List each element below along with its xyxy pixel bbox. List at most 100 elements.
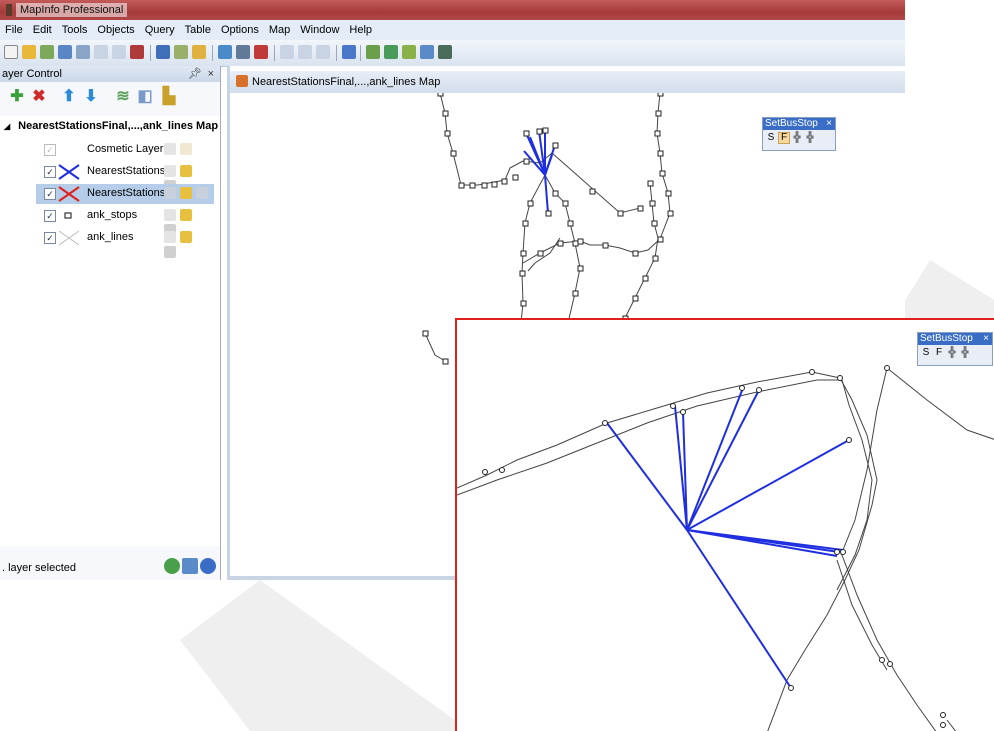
undo-icon[interactable] xyxy=(342,45,356,59)
editable-icon[interactable] xyxy=(164,165,176,177)
new-layout-icon[interactable] xyxy=(384,45,398,59)
map-node[interactable]: ◢ NearestStationsFinal,...,ank_lines Map xyxy=(4,120,218,132)
palette-button-f[interactable]: F xyxy=(778,132,790,144)
cut-icon[interactable] xyxy=(280,45,294,59)
menu-objects[interactable]: Objects xyxy=(92,20,139,37)
selectable-icon[interactable] xyxy=(180,231,192,243)
layer-properties-icon[interactable]: ≋ xyxy=(114,88,132,106)
layer-row-neareststations-2[interactable]: ✓ NearestStations xyxy=(36,184,214,204)
layer-control-toolbar: ✚ ✖ ⬆ ⬇ ≋ ◧ ▙ xyxy=(0,84,220,110)
new-browser-icon[interactable] xyxy=(366,45,380,59)
layer-checkbox[interactable]: ✓ xyxy=(44,210,56,222)
layer-dialog-icon[interactable] xyxy=(182,558,198,574)
crosshair-icon[interactable]: ╬ xyxy=(791,132,803,144)
move-down-icon[interactable]: ⬇ xyxy=(82,88,100,106)
copy-icon[interactable] xyxy=(298,45,312,59)
zoomed-map-canvas[interactable] xyxy=(457,320,994,731)
editable-icon[interactable] xyxy=(164,143,176,155)
menu-tools[interactable]: Tools xyxy=(57,20,93,37)
map-window-titlebar: NearestStationsFinal,...,ank_lines Map xyxy=(230,71,905,93)
toolbar-separator xyxy=(274,45,275,61)
paste-icon[interactable] xyxy=(316,45,330,59)
layer-control-titlebar: ayer Control 📌︎ × xyxy=(0,66,220,82)
move-up-icon[interactable]: ⬆ xyxy=(60,88,78,106)
unknown-tool-icon[interactable] xyxy=(130,45,144,59)
zoom-icon[interactable] xyxy=(94,45,108,59)
layer-row-ank-lines[interactable]: ✓ ank_lines xyxy=(40,228,210,258)
line-style-red-icon xyxy=(58,186,80,202)
nearest-station-link xyxy=(686,387,744,531)
crosshair-icon[interactable]: ╬ xyxy=(804,132,816,144)
layer-row-neareststations-1[interactable]: ✓ NearestStations xyxy=(40,162,210,192)
map-window-icon xyxy=(236,75,248,87)
print-icon[interactable] xyxy=(236,45,250,59)
selectable-icon[interactable] xyxy=(180,209,192,221)
layer-row-cosmetic[interactable]: ✓ Cosmetic Layer xyxy=(40,140,210,160)
selectable-icon[interactable] xyxy=(180,143,192,155)
selectable-icon[interactable] xyxy=(180,187,192,199)
new-icon[interactable] xyxy=(4,45,18,59)
layer-checkbox[interactable]: ✓ xyxy=(44,232,56,244)
editable-icon[interactable] xyxy=(164,209,176,221)
menu-query[interactable]: Query xyxy=(140,20,180,37)
save-icon[interactable] xyxy=(156,45,170,59)
crosshair-icon[interactable]: ╬ xyxy=(959,347,971,359)
collapse-icon[interactable]: ◢ xyxy=(4,122,10,131)
setbusstop-palette: SetBusStop × S F ╬ ╬ xyxy=(762,117,836,151)
save-workspace-icon[interactable] xyxy=(174,45,188,59)
editable-icon[interactable] xyxy=(164,231,176,243)
palette-button-s[interactable]: S xyxy=(765,132,777,144)
menu-file[interactable]: File xyxy=(0,20,28,37)
label-icon[interactable] xyxy=(164,246,176,258)
open-workspace-icon[interactable] xyxy=(40,45,54,59)
add-layer-icon[interactable]: ✚ xyxy=(8,88,26,106)
palette-close-icon[interactable]: × xyxy=(983,333,989,345)
layer-checkbox[interactable]: ✓ xyxy=(44,144,56,156)
layer-name: NearestStations xyxy=(87,187,166,199)
open-folder-icon[interactable] xyxy=(192,45,206,59)
line-style-gray-icon xyxy=(58,230,80,246)
menu-map[interactable]: Map xyxy=(264,20,295,37)
new-graph-icon[interactable] xyxy=(402,45,416,59)
help-icon[interactable] xyxy=(200,558,216,574)
palette-button-f[interactable]: F xyxy=(933,347,945,359)
new-map-icon[interactable] xyxy=(218,45,232,59)
layer-selected-status: . layer selected xyxy=(2,562,76,574)
layer-checkbox[interactable]: ✓ xyxy=(44,188,56,200)
remove-layer-icon[interactable]: ✖ xyxy=(30,88,48,106)
message-window-icon[interactable] xyxy=(438,45,452,59)
open-dbms-icon[interactable] xyxy=(76,45,90,59)
selectable-icon[interactable] xyxy=(180,165,192,177)
pin-icon[interactable]: 📌︎ xyxy=(188,66,202,82)
ok-icon[interactable] xyxy=(164,558,180,574)
palette-titlebar: SetBusStop × xyxy=(918,333,992,345)
thematic-icon[interactable]: ▙ xyxy=(160,88,178,106)
palette-button-s[interactable]: S xyxy=(920,347,932,359)
table-icon[interactable] xyxy=(58,45,72,59)
layer-row-ank-stops[interactable]: ✓ ank_stops xyxy=(40,206,210,236)
reorder-icon[interactable]: ◧ xyxy=(136,88,154,106)
layer-checkbox[interactable]: ✓ xyxy=(44,166,56,178)
find-icon[interactable] xyxy=(112,45,126,59)
new-redistrict-icon[interactable] xyxy=(420,45,434,59)
route-line xyxy=(424,332,446,362)
menu-options[interactable]: Options xyxy=(216,20,264,37)
main-toolbar xyxy=(0,40,905,67)
editable-icon[interactable] xyxy=(164,187,176,199)
menu-table[interactable]: Table xyxy=(180,20,216,37)
layer-name: ank_stops xyxy=(87,209,138,221)
toolbar-separator xyxy=(212,45,213,61)
open-icon[interactable] xyxy=(22,45,36,59)
layer-tree: ◢ NearestStationsFinal,...,ank_lines Map … xyxy=(0,116,220,546)
menu-help[interactable]: Help xyxy=(344,20,377,37)
close-icon[interactable]: × xyxy=(208,66,214,82)
export-icon[interactable] xyxy=(254,45,268,59)
palette-title: SetBusStop xyxy=(920,333,973,344)
menu-window[interactable]: Window xyxy=(295,20,344,37)
label-icon[interactable] xyxy=(196,187,208,199)
point-symbol-icon xyxy=(64,212,72,219)
menu-edit[interactable]: Edit xyxy=(28,20,57,37)
crosshair-icon[interactable]: ╬ xyxy=(946,347,958,359)
palette-close-icon[interactable]: × xyxy=(826,118,832,130)
layer-name: Cosmetic Layer xyxy=(87,143,164,155)
